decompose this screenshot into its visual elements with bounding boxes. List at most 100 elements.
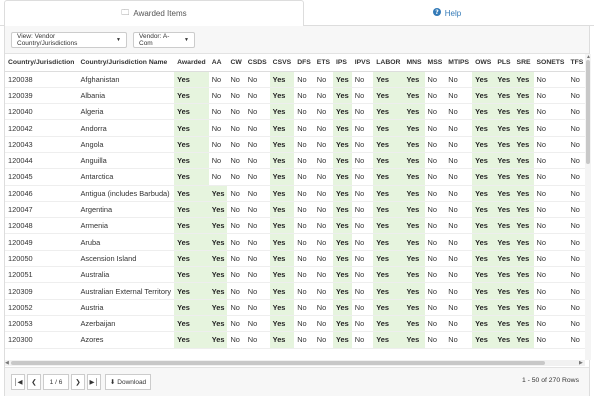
table-cell: No bbox=[567, 201, 585, 219]
table-cell: Andorra bbox=[77, 119, 175, 137]
table-row[interactable]: 120049 Aruba Yes Yes No No Yes No No Yes No Yes Yes N… bbox=[5, 233, 585, 251]
table-cell: Yes bbox=[208, 282, 228, 300]
table-cell: No bbox=[351, 136, 374, 153]
column-header[interactable]: IPVS bbox=[351, 54, 374, 72]
column-header[interactable]: AA bbox=[208, 54, 228, 72]
table-cell: No bbox=[424, 266, 446, 284]
download-label: Download bbox=[117, 378, 147, 386]
vertical-scrollbar[interactable]: ▲ bbox=[585, 54, 591, 360]
table-cell: 120050 bbox=[5, 250, 78, 268]
table-row[interactable]: 120047 Argentina Yes Yes No No Yes No No Yes No Yes… bbox=[5, 201, 585, 219]
table-cell: No bbox=[445, 71, 473, 88]
table-cell: 120045 bbox=[5, 168, 78, 186]
table-cell: No bbox=[533, 266, 568, 284]
table-row[interactable]: 120046 Antigua (includes Barbuda) Yes Yes No… bbox=[5, 185, 585, 202]
column-header[interactable]: Country/Jurisdiction Name bbox=[77, 54, 175, 72]
table-cell: Azerbaijan bbox=[77, 315, 175, 333]
first-page-icon: │◀ bbox=[13, 379, 23, 386]
table-cell: 120309 bbox=[5, 282, 78, 300]
column-header[interactable]: Country/Jurisdiction bbox=[5, 54, 78, 72]
table-cell: Yes bbox=[373, 299, 404, 316]
horizontal-scroll-thumb[interactable] bbox=[11, 361, 545, 365]
table-row[interactable]: 120048 Armenia Yes Yes No No Yes No No Yes No Yes Ye… bbox=[5, 217, 585, 235]
table-cell: Yes bbox=[472, 201, 495, 219]
column-header[interactable]: MNS bbox=[403, 54, 425, 72]
column-header[interactable]: LABOR bbox=[373, 54, 404, 72]
scroll-right-icon[interactable]: ▶ bbox=[579, 360, 583, 366]
vendor-dropdown-button[interactable]: Vendor: A-Com ▼ bbox=[133, 32, 195, 48]
column-header[interactable]: OWS bbox=[472, 54, 495, 72]
tab-awarded-items[interactable]: 🗀 Awarded Items bbox=[4, 0, 304, 27]
table-cell: No bbox=[244, 185, 270, 202]
table-cell: Yes bbox=[472, 266, 495, 284]
column-header[interactable]: MTIPS bbox=[445, 54, 473, 72]
table-cell: Yes bbox=[174, 119, 209, 137]
column-header[interactable]: ETS bbox=[313, 54, 334, 72]
table-cell: Yes bbox=[494, 168, 514, 186]
table-cell: No bbox=[244, 103, 270, 121]
table-cell: Yes bbox=[513, 103, 534, 121]
table-cell: No bbox=[424, 185, 446, 202]
table-cell: No bbox=[208, 136, 228, 153]
table-cell: No bbox=[351, 233, 374, 251]
table-row[interactable]: 120050 Ascension Island Yes Yes No No Yes No No Y… bbox=[5, 250, 585, 268]
column-header[interactable]: MSS bbox=[424, 54, 446, 72]
table-row[interactable]: 120052 Austria Yes Yes No No Yes No No Yes No Yes Ye… bbox=[5, 299, 585, 316]
table-cell: No bbox=[294, 250, 314, 268]
table-cell: No bbox=[424, 233, 446, 251]
tab-help[interactable]: ? Help bbox=[304, 0, 590, 26]
table-row[interactable]: 120051 Australia Yes Yes No No Yes No No Yes No Yes… bbox=[5, 266, 585, 284]
table-row[interactable]: 120038 Afghanistan Yes No No No Yes No No Yes No Ye… bbox=[5, 71, 585, 88]
prev-page-button[interactable]: ❮ bbox=[27, 374, 41, 390]
table-cell: Yes bbox=[269, 87, 295, 105]
table-cell: Yes bbox=[269, 217, 295, 235]
table-cell: Yes bbox=[472, 217, 495, 235]
table-row[interactable]: 120044 Anguilla Yes No No No Yes No No Yes No Yes Ye… bbox=[5, 152, 585, 170]
download-button[interactable]: ⬇ Download bbox=[105, 374, 151, 390]
table-cell: Yes bbox=[333, 136, 352, 153]
column-header[interactable]: SRE bbox=[513, 54, 534, 72]
last-page-button[interactable]: ▶│ bbox=[87, 374, 101, 390]
table-row[interactable]: 120300 Azores Yes Yes No No Yes No No Yes No Yes Yes… bbox=[5, 331, 585, 349]
table-row[interactable]: 120043 Angola Yes No No No Yes No No Yes No Yes Yes N… bbox=[5, 136, 585, 153]
horizontal-scrollbar[interactable]: ◀ ▶ bbox=[5, 360, 585, 366]
table-cell: No bbox=[567, 119, 585, 137]
table-cell: No bbox=[227, 185, 245, 202]
table-cell: No bbox=[227, 233, 245, 251]
column-header[interactable]: IPS bbox=[333, 54, 352, 72]
table-cell: Yes bbox=[174, 233, 209, 251]
table-cell: Yes bbox=[269, 266, 295, 284]
table-cell: No bbox=[445, 217, 473, 235]
table-row[interactable]: 120040 Algeria Yes No No No Yes No No Yes No Yes Yes… bbox=[5, 103, 585, 121]
table-row[interactable]: 120053 Azerbaijan Yes Yes No No Yes No No Yes No Ye… bbox=[5, 315, 585, 333]
table-cell: No bbox=[313, 168, 334, 186]
table-row[interactable]: 120309 Australian External Territory Yes Ye… bbox=[5, 282, 585, 300]
table-row[interactable]: 120039 Albania Yes No No No Yes No No Yes No Yes Yes… bbox=[5, 87, 585, 105]
column-header[interactable]: CSDS bbox=[244, 54, 270, 72]
column-header[interactable]: SONETS bbox=[533, 54, 568, 72]
table-row[interactable]: 120045 Antarctica Yes No No No Yes No No Yes No Yes… bbox=[5, 168, 585, 186]
table-cell: Yes bbox=[403, 71, 425, 88]
column-header[interactable]: CSVS bbox=[269, 54, 295, 72]
vertical-scroll-thumb[interactable] bbox=[586, 60, 590, 164]
table-row[interactable]: 120042 Andorra Yes No No No Yes No No Yes No Yes Yes… bbox=[5, 119, 585, 137]
rows-count: 1 - 50 of 270 Rows bbox=[521, 377, 579, 384]
column-header[interactable]: CW bbox=[227, 54, 245, 72]
table-cell: No bbox=[445, 282, 473, 300]
table-cell: Yes bbox=[472, 185, 495, 202]
table-cell: 120044 bbox=[5, 152, 78, 170]
table-cell: No bbox=[227, 168, 245, 186]
table-cell: 120039 bbox=[5, 87, 78, 105]
awarded-items-grid[interactable]: Country/Jurisdiction Country/Jurisdiction… bbox=[5, 54, 585, 360]
view-dropdown-button[interactable]: View: Vendor Country/Jurisdictions ▼ bbox=[11, 32, 127, 48]
column-header[interactable]: TFS bbox=[567, 54, 585, 72]
column-header[interactable]: DFS bbox=[294, 54, 314, 72]
column-header[interactable]: Awarded bbox=[174, 54, 209, 72]
table-cell: No bbox=[533, 201, 568, 219]
scroll-left-icon[interactable]: ◀ bbox=[5, 360, 9, 366]
table-cell: Angola bbox=[77, 136, 175, 153]
next-page-button[interactable]: ❯ bbox=[71, 374, 85, 390]
first-page-button[interactable]: │◀ bbox=[11, 374, 25, 390]
column-header[interactable]: PLS bbox=[494, 54, 514, 72]
table-cell: Azores bbox=[77, 331, 175, 349]
